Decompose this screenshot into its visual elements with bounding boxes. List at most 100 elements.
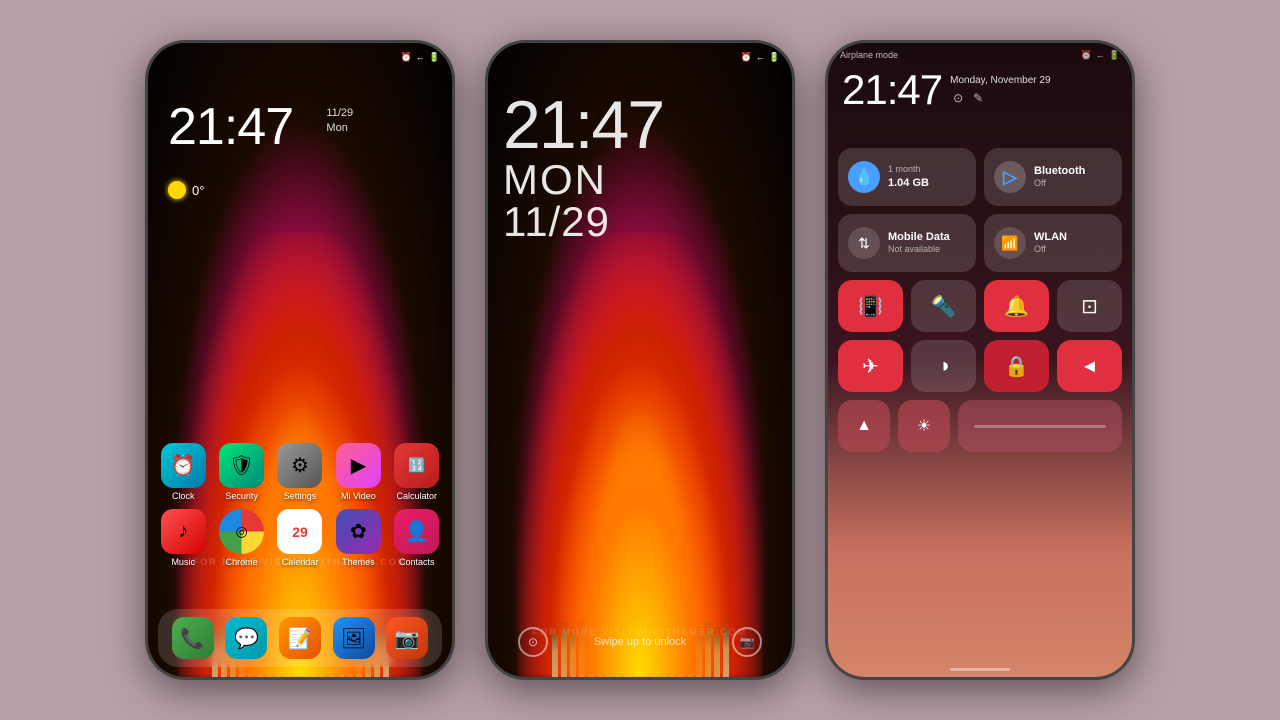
lock-time-display: 21:47: [503, 91, 663, 159]
vibrate-button[interactable]: 📳: [838, 280, 903, 332]
clock-widget: 21:47 11/29 Mon: [168, 101, 293, 153]
camera-lock-icon[interactable]: ⊙: [518, 627, 548, 657]
battery-icon-2: 🔋: [769, 52, 780, 63]
lockscreen-content: 21:47 MON 11/29 FOR MORE VISIT MIUITHEME…: [488, 71, 792, 677]
brightness-button[interactable]: ☀: [898, 400, 950, 452]
signal-icon-3: ←: [1096, 50, 1105, 60]
dock-scanner[interactable]: 📷: [386, 617, 428, 659]
app-dock: 📞 💬 📝 🖼 📷: [158, 609, 442, 667]
data-usage-tile[interactable]: 💧 1 month 1.04 GB: [838, 148, 976, 206]
lock-day-display: MON: [503, 159, 663, 201]
data-period: 1 month: [888, 164, 929, 176]
bluetooth-icon: ▷: [994, 161, 1026, 193]
cc-quick-icons: ⊙ ✎: [950, 90, 1050, 106]
rotation-lock-button[interactable]: 🔒: [984, 340, 1049, 392]
cc-row-1: 💧 1 month 1.04 GB ▷ Bluetooth Off: [838, 148, 1122, 206]
data-amount: 1.04 GB: [888, 176, 929, 190]
settings-icon-img: ⚙: [277, 443, 322, 488]
cc-btn-grid-2: ✈ ◑ 🔒 ◄: [838, 340, 1122, 392]
phone-icon-img: 📞: [172, 617, 214, 659]
mivideo-icon-img: ▶: [336, 443, 381, 488]
edit-icon: ✎: [970, 90, 986, 106]
flashlight-button[interactable]: 🔦: [911, 280, 976, 332]
calculator-label: Calculator: [397, 491, 438, 501]
signal-icon: ←: [416, 52, 425, 62]
data-tile-text: 1 month 1.04 GB: [888, 164, 929, 190]
settings-label: Settings: [284, 491, 317, 501]
watermark: FOR MORE VISIT MIUITHEMER.COM: [148, 557, 452, 567]
cc-bottom-row: ▲ ☀: [838, 400, 1122, 452]
dnd-button[interactable]: 🔔: [984, 280, 1049, 332]
wlan-status: Off: [1034, 244, 1067, 256]
bluetooth-label: Bluetooth: [1034, 164, 1085, 178]
arrow-up-button[interactable]: ▲: [838, 400, 890, 452]
flashlight-lock-icon[interactable]: 📷: [732, 627, 762, 657]
dock-messages[interactable]: 💬: [225, 617, 267, 659]
signal-icon-2: ←: [756, 52, 765, 62]
battery-icon: 🔋: [429, 52, 440, 63]
status-bar-phone2: ⏰ ← 🔋: [488, 43, 792, 71]
bluetooth-tile[interactable]: ▷ Bluetooth Off: [984, 148, 1122, 206]
mobile-data-status: Not available: [888, 244, 950, 256]
location-icon: ⊙: [950, 90, 966, 106]
cc-date-col: Monday, November 29 ⊙ ✎: [950, 75, 1050, 106]
app-clock[interactable]: ⏰ Clock: [158, 443, 208, 501]
dock-notes[interactable]: 📝: [279, 617, 321, 659]
cc-date-display: Monday, November 29: [950, 75, 1050, 86]
app-grid-main: ⏰ Clock 🛡 Security ⚙ Settings ▶ Mi Video…: [158, 443, 442, 567]
lock-date-display: 11/29: [503, 201, 663, 243]
phone1-homescreen: ⏰ ← 🔋 21:47 11/29 Mon 0° ⏰ Clock 🛡 Secur…: [145, 40, 455, 680]
contacts-icon-img: 👤: [394, 509, 439, 554]
media-player-slider[interactable]: [958, 400, 1122, 452]
bluetooth-status: Off: [1034, 178, 1085, 190]
mobile-data-label: Mobile Data: [888, 230, 950, 244]
lock-clock: 21:47 MON 11/29: [503, 91, 663, 243]
mivideo-label: Mi Video: [341, 491, 376, 501]
app-settings[interactable]: ⚙ Settings: [275, 443, 325, 501]
slider-track: [974, 425, 1105, 428]
calendar-icon-img: 29: [277, 509, 322, 554]
scanner-icon-img: 📷: [386, 617, 428, 659]
cc-tiles-area: 💧 1 month 1.04 GB ▷ Bluetooth Off: [838, 148, 1122, 452]
security-label: Security: [225, 491, 258, 501]
app-calculator[interactable]: 🔢 Calculator: [392, 443, 442, 501]
homescreen-content: 21:47 11/29 Mon 0° ⏰ Clock 🛡 Security ⚙ …: [148, 71, 452, 677]
clock-icon-img: ⏰: [161, 443, 206, 488]
cc-btn-grid-1: 📳 🔦 🔔 ⊡: [838, 280, 1122, 332]
home-indicator[interactable]: [950, 668, 1010, 671]
alarm-icon: ⏰: [401, 52, 412, 63]
bluetooth-tile-text: Bluetooth Off: [1034, 164, 1085, 190]
alarm-icon-3: ⏰: [1081, 50, 1092, 61]
gallery-icon-img: 🖼: [333, 617, 375, 659]
sun-icon: [168, 181, 186, 199]
location-button[interactable]: ◄: [1057, 340, 1122, 392]
wifi-icon: 📶: [994, 227, 1026, 259]
status-bar-phone1: ⏰ ← 🔋: [148, 43, 452, 71]
cc-time-display: 21:47: [842, 69, 942, 111]
calculator-icon-img: 🔢: [394, 443, 439, 488]
dock-gallery[interactable]: 🖼: [333, 617, 375, 659]
lock-bottom-bar: ⊙ Swipe up to unlock 📷: [488, 627, 792, 657]
screen-record-button[interactable]: ⊡: [1057, 280, 1122, 332]
airplane-mode-label: Airplane mode: [840, 50, 898, 60]
themes-icon-img: ✿: [336, 509, 381, 554]
mobile-data-tile[interactable]: ⇅ Mobile Data Not available: [838, 214, 976, 272]
app-security[interactable]: 🛡 Security: [216, 443, 266, 501]
security-icon-img: 🛡: [219, 443, 264, 488]
water-drop-icon: 💧: [848, 161, 880, 193]
cc-row-2: ⇅ Mobile Data Not available 📶 WLAN Off: [838, 214, 1122, 272]
weather-widget: 0°: [168, 181, 204, 199]
airplane-button[interactable]: ✈: [838, 340, 903, 392]
wlan-tile[interactable]: 📶 WLAN Off: [984, 214, 1122, 272]
phone2-lockscreen: ⏰ ← 🔋 21:47 MON 11/29 FOR MORE VISIT MIU…: [485, 40, 795, 680]
dock-phone[interactable]: 📞: [172, 617, 214, 659]
invert-button[interactable]: ◑: [911, 340, 976, 392]
phone3-controlcenter: Airplane mode ⏰ ← 🔋 21:47 Monday, Novemb…: [825, 40, 1135, 680]
date-display: 11/29 Mon: [326, 106, 353, 137]
cc-time-row: 21:47 Monday, November 29 ⊙ ✎: [842, 69, 1118, 111]
alarm-icon-2: ⏰: [741, 52, 752, 63]
battery-icon-3: 🔋: [1109, 50, 1120, 61]
wlan-tile-text: WLAN Off: [1034, 230, 1067, 256]
app-mivideo[interactable]: ▶ Mi Video: [333, 443, 383, 501]
clock-label: Clock: [172, 491, 195, 501]
